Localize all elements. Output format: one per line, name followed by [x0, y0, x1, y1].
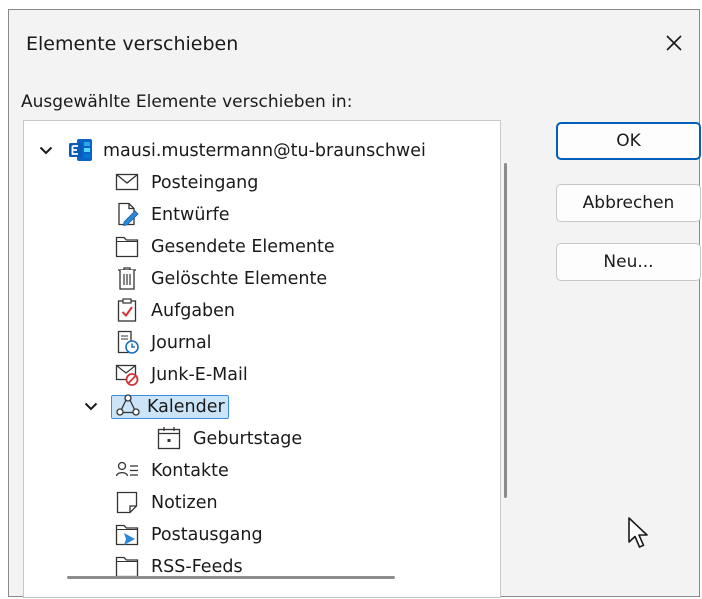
trash-icon: [118, 267, 136, 290]
exchange-account-icon: [69, 139, 92, 161]
close-icon: [666, 35, 682, 51]
title-bar: Elemente verschieben: [9, 10, 699, 80]
move-target-prompt: Ausgewählte Elemente verschieben in:: [21, 92, 353, 112]
tree-item-label: Entwürfe: [151, 204, 230, 225]
tree-item-label: Notizen: [151, 492, 218, 513]
tasks-icon: [117, 298, 137, 322]
background-strip: [0, 0, 702, 8]
journal-icon: [117, 330, 139, 354]
vertical-scrollbar[interactable]: [504, 163, 507, 498]
tree-item-label: RSS-Feeds: [151, 556, 243, 577]
dialog-title: Elemente verschieben: [26, 33, 239, 55]
tree-item-label: Gelöschte Elemente: [151, 268, 328, 289]
tree-item-label: Gesendete Elemente: [151, 236, 335, 257]
birthday-calendar-icon: [157, 427, 181, 450]
junk-mail-icon: [115, 364, 139, 386]
outbox-icon: [115, 524, 139, 546]
new-folder-button[interactable]: Neu...: [556, 243, 701, 281]
move-items-dialog: Elemente verschieben Ausgewählte Element…: [8, 9, 701, 598]
close-button[interactable]: [659, 28, 689, 58]
tree-item-label: Posteingang: [151, 172, 259, 193]
folder-tree[interactable]: mausi.mustermann@tu-braunschwei Posteing…: [23, 120, 501, 598]
tree-item-label: Kontakte: [151, 460, 229, 481]
chevron-down-icon[interactable]: [38, 142, 54, 158]
calendar-icon: [116, 394, 140, 416]
sent-folder-icon: [115, 236, 139, 258]
cancel-button[interactable]: Abbrechen: [556, 184, 701, 222]
tree-item-label: Postausgang: [151, 524, 263, 545]
contacts-icon: [115, 461, 138, 477]
chevron-down-icon[interactable]: [83, 398, 99, 414]
ok-button[interactable]: OK: [556, 122, 701, 160]
tree-item-label: Aufgaben: [151, 300, 236, 321]
inbox-icon: [115, 173, 139, 191]
tree-item-label: Geburtstage: [193, 428, 303, 449]
account-label: mausi.mustermann@tu-braunschwei: [103, 140, 426, 161]
tree-item-label: Journal: [151, 332, 212, 353]
horizontal-scrollbar[interactable]: [67, 576, 395, 579]
notes-icon: [116, 491, 138, 514]
tree-item-label: Junk-E-Mail: [151, 364, 248, 385]
mouse-pointer-icon: [628, 517, 648, 548]
drafts-icon: [118, 202, 139, 226]
